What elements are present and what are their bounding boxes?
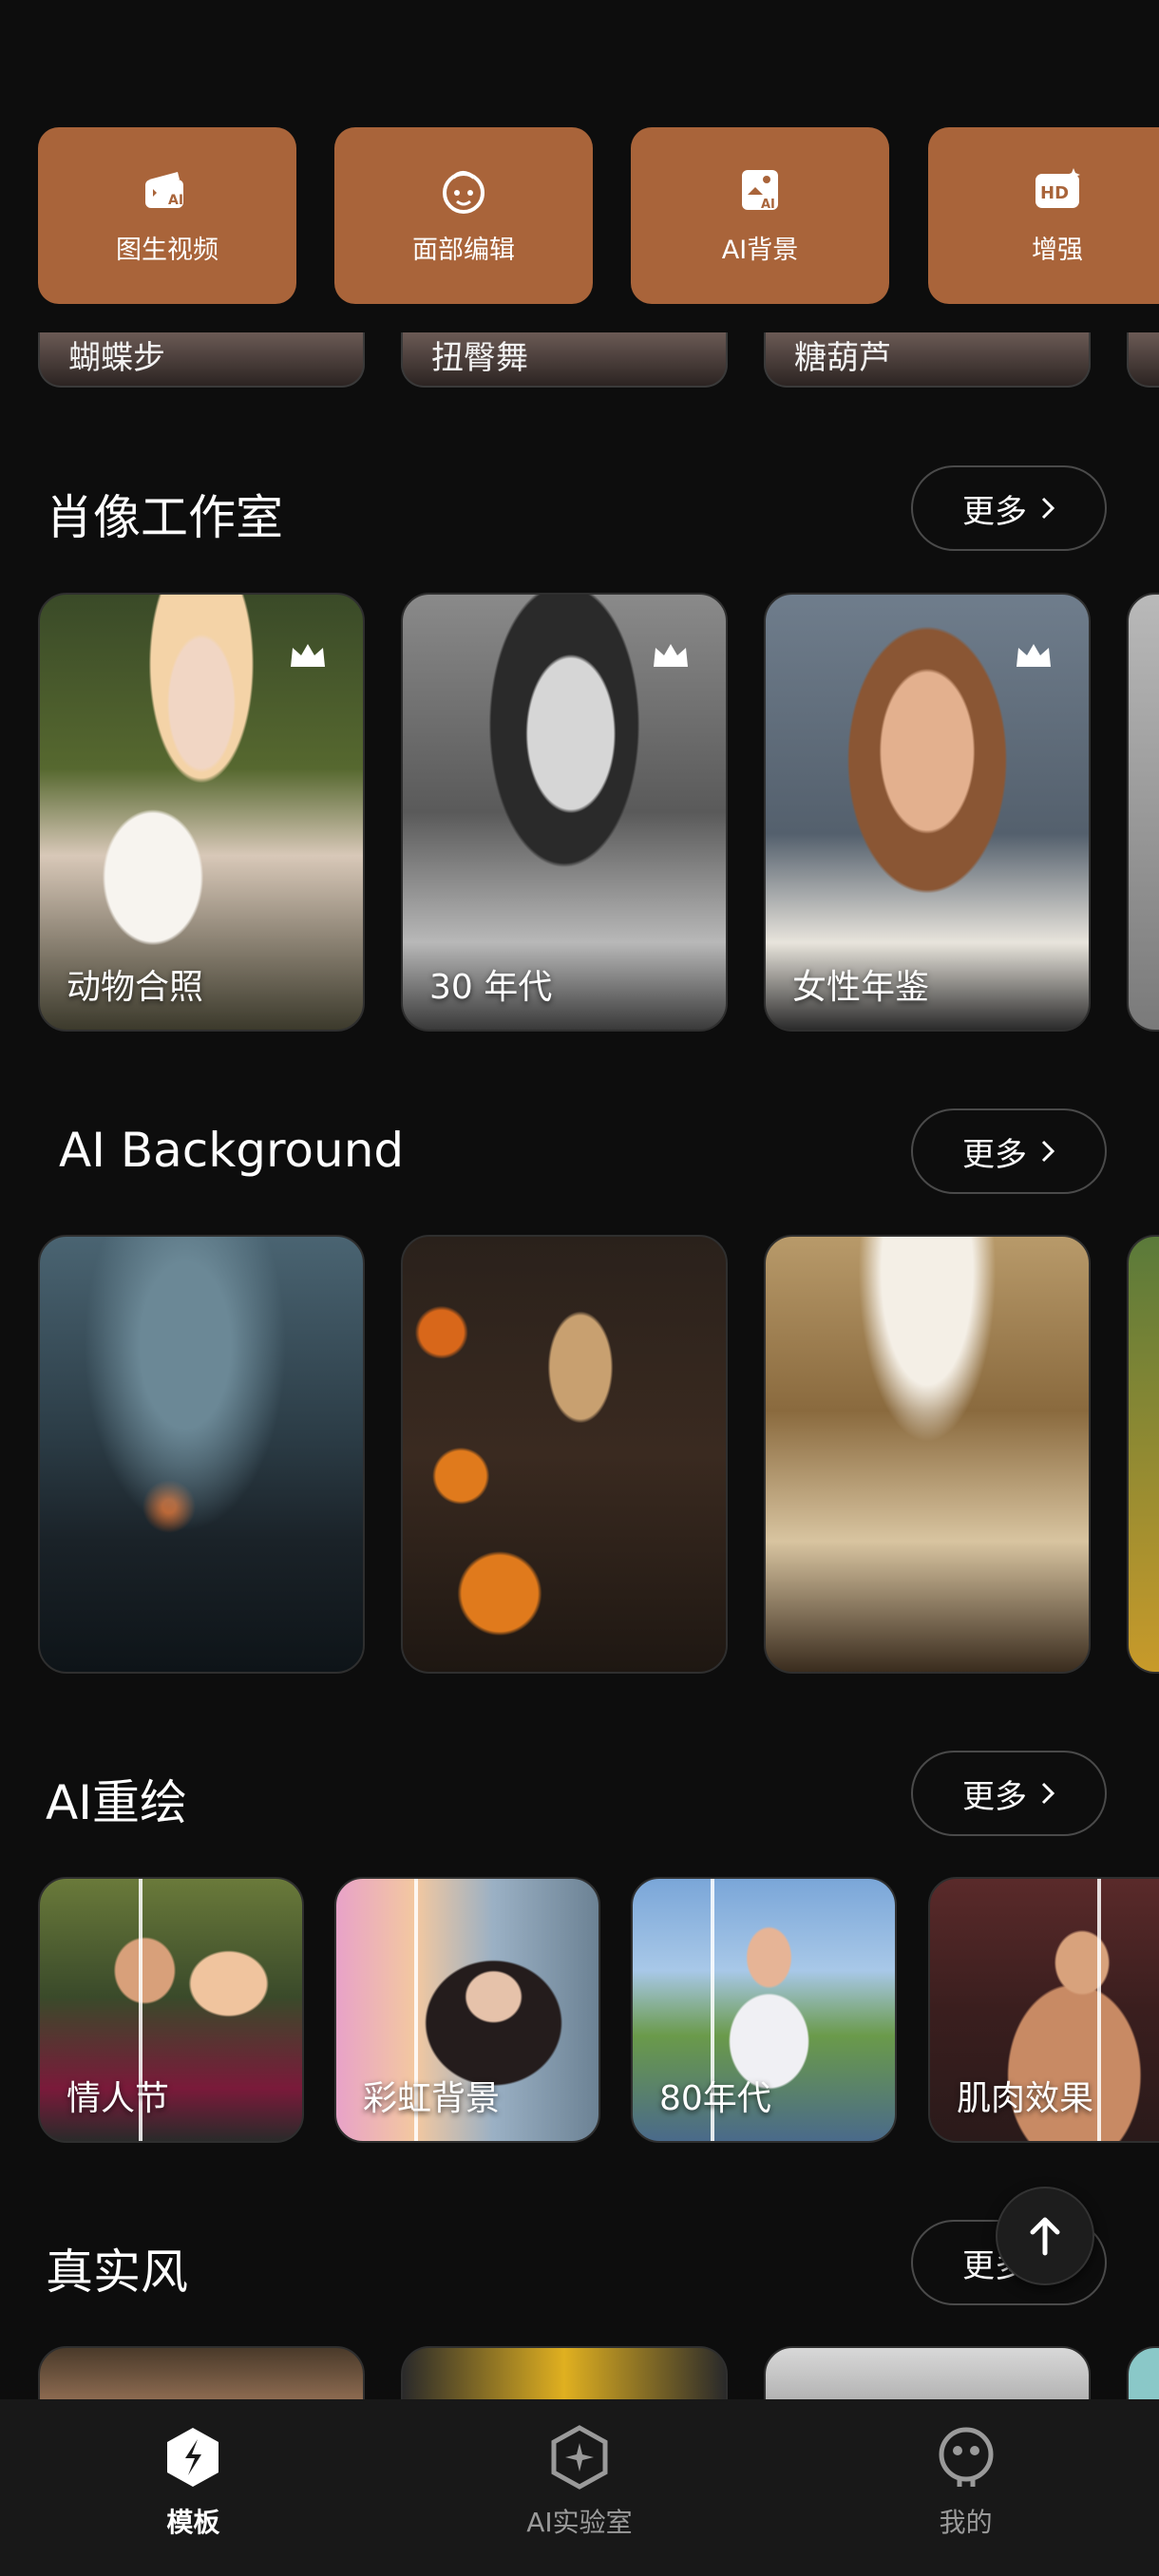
template-card-female-yearbook[interactable]: 女性年鉴 (764, 593, 1091, 1032)
background-card-graveyard[interactable] (38, 1235, 365, 1674)
background-card[interactable] (1127, 1235, 1159, 1674)
hd-enhance-icon: HD (1036, 167, 1080, 208)
card-caption: 情人节 (66, 2079, 170, 2118)
ai-background-card-row (0, 1235, 1159, 1674)
card-caption: 肌肉效果 (957, 2079, 1094, 2118)
card-caption: 动物合照 (66, 968, 204, 1007)
realistic-card[interactable] (1127, 2346, 1159, 2399)
tool-shortcuts: AI 图生视频 面部编辑 AI AI背景 HD 增强 (0, 127, 1159, 304)
realistic-card-row (0, 2346, 1159, 2399)
repaint-card-rainbow-background[interactable]: 彩虹背景 (334, 1877, 600, 2143)
nav-item-templates[interactable]: 模板 (79, 2399, 307, 2576)
template-card[interactable] (1127, 593, 1159, 1032)
tool-label: 增强 (1032, 235, 1083, 265)
back-to-top-button[interactable] (996, 2187, 1094, 2285)
section-title-ai-background: AI Background (59, 1123, 405, 1178)
template-card-animal-photo[interactable]: 动物合照 (38, 593, 365, 1032)
tool-image-to-video[interactable]: AI 图生视频 (38, 127, 296, 304)
tool-label: AI背景 (721, 235, 799, 265)
chevron-right-icon (1041, 1140, 1055, 1163)
ai-repaint-card-row: 情人节 彩虹背景 80年代 肌肉效果 (0, 1877, 1159, 2143)
portrait-card-row: 动物合照 30 年代 女性年鉴 (0, 593, 1159, 1032)
more-button-portrait[interactable]: 更多 (911, 465, 1107, 551)
svg-text:AI: AI (168, 193, 183, 208)
nav-label: 我的 (939, 2507, 993, 2538)
nav-label: AI实验室 (526, 2507, 633, 2538)
more-label: 更多 (962, 1777, 1027, 1816)
arrow-up-icon (1030, 2217, 1060, 2256)
compare-divider (1097, 1879, 1101, 2141)
template-caption: 蝴蝶步 (68, 339, 165, 377)
card-caption: 30 年代 (429, 968, 553, 1007)
template-card[interactable]: 蝴蝶步 (38, 332, 365, 388)
section-title-ai-repaint: AI重绘 (46, 1775, 187, 1830)
template-card[interactable]: 扭臀舞 (401, 332, 728, 388)
card-caption: 女性年鉴 (792, 968, 930, 1007)
tool-face-edit[interactable]: 面部编辑 (334, 127, 593, 304)
section-title-realistic: 真实风 (46, 2245, 188, 2300)
repaint-card-valentines[interactable]: 情人节 (38, 1877, 304, 2143)
template-icon (167, 2428, 219, 2487)
realistic-card[interactable] (401, 2346, 728, 2399)
tool-enhance[interactable]: HD 增强 (928, 127, 1159, 304)
more-button-ai-repaint[interactable]: 更多 (911, 1751, 1107, 1836)
chevron-right-icon (1041, 1782, 1055, 1805)
tool-ai-background[interactable]: AI AI背景 (631, 127, 889, 304)
image-to-video-icon: AI (145, 171, 183, 208)
template-caption: 扭臀舞 (431, 339, 528, 377)
card-caption: 彩虹背景 (363, 2079, 501, 2118)
template-caption: 糖葫芦 (794, 339, 891, 377)
svg-text:AI: AI (761, 198, 775, 212)
crown-icon (1016, 644, 1051, 667)
repaint-card-muscle-effect[interactable]: 肌肉效果 (928, 1877, 1159, 2143)
more-label: 更多 (962, 492, 1027, 531)
tool-label: 面部编辑 (412, 235, 515, 265)
svg-text:HD: HD (1040, 183, 1069, 203)
ai-background-icon: AI (742, 169, 778, 212)
repaint-card-80s[interactable]: 80年代 (631, 1877, 897, 2143)
section-title-portrait: 肖像工作室 (46, 490, 283, 545)
nav-label: 模板 (166, 2507, 220, 2538)
face-edit-icon (443, 170, 484, 214)
crown-icon (291, 644, 325, 667)
background-card-gallery-hall[interactable] (764, 1235, 1091, 1674)
tool-label: 图生视频 (116, 235, 218, 265)
chevron-right-icon (1041, 497, 1055, 520)
realistic-card[interactable] (764, 2346, 1091, 2399)
nav-item-ai-lab[interactable]: AI实验室 (466, 2399, 694, 2576)
ai-lab-icon (551, 2425, 608, 2490)
bottom-navigation: 模板 AI实验室 我的 (0, 2399, 1159, 2576)
more-button-ai-background[interactable]: 更多 (911, 1108, 1107, 1194)
previous-template-row: 蝴蝶步 扭臀舞 糖葫芦 (0, 332, 1159, 388)
more-label: 更多 (962, 1135, 1027, 1174)
nav-item-profile[interactable]: 我的 (852, 2399, 1080, 2576)
card-caption: 80年代 (659, 2079, 771, 2118)
background-card-halloween[interactable] (401, 1235, 728, 1674)
profile-icon (939, 2427, 994, 2487)
template-card-30s[interactable]: 30 年代 (401, 593, 728, 1032)
realistic-card[interactable] (38, 2346, 365, 2399)
template-card[interactable]: 糖葫芦 (764, 332, 1091, 388)
template-card[interactable] (1127, 332, 1159, 388)
crown-icon (654, 644, 688, 667)
